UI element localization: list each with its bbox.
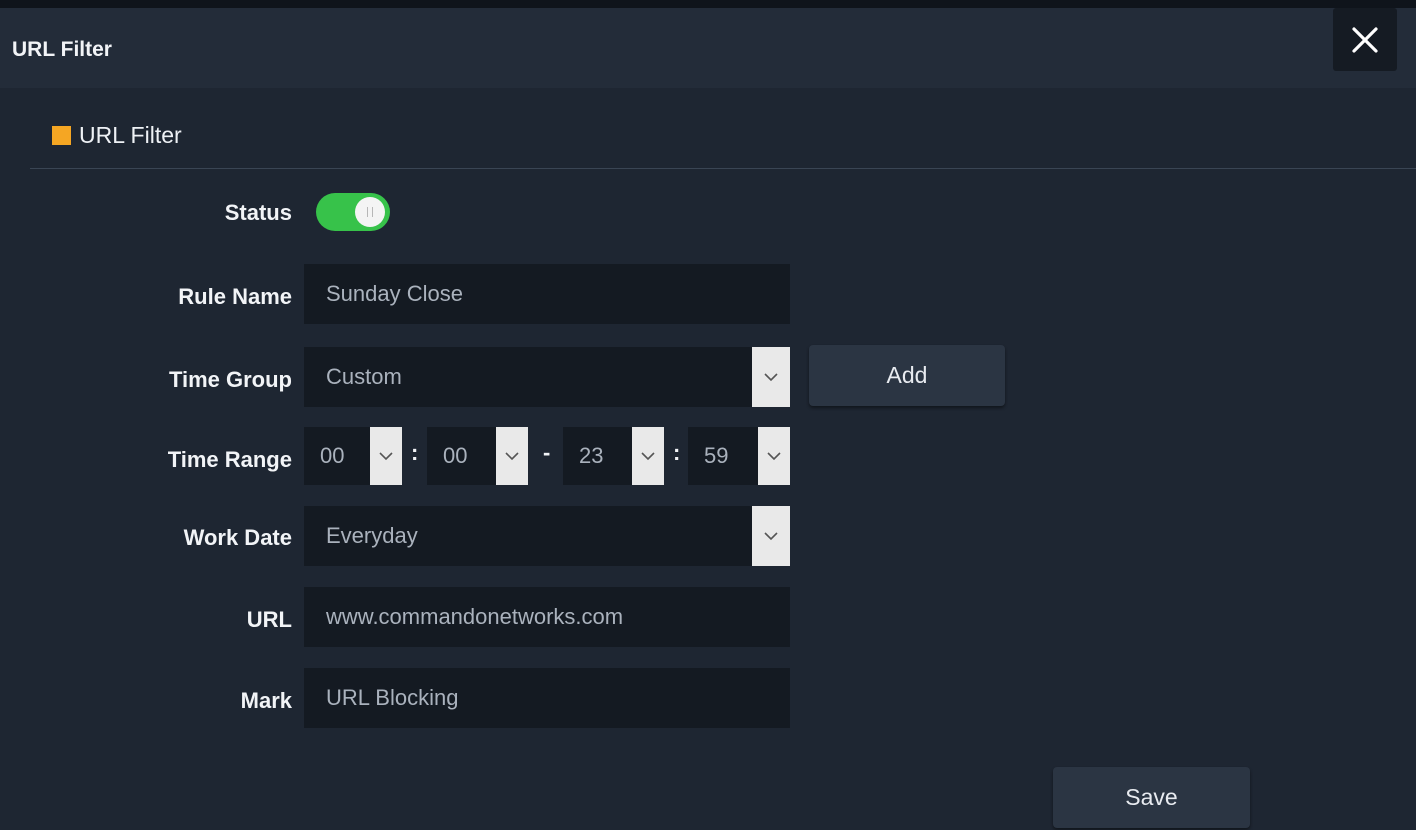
mark-input[interactable]: [304, 668, 790, 728]
section-title: URL Filter: [79, 122, 182, 148]
chevron-down-icon: [764, 531, 778, 540]
time-group-value: Custom: [326, 364, 402, 389]
section-header: URL Filter: [52, 122, 182, 149]
chevron-down-icon: [767, 451, 781, 460]
start-hour-select[interactable]: 00: [304, 427, 402, 485]
work-date-select[interactable]: Everyday: [304, 506, 790, 566]
time-range-label: Time Range: [167, 447, 292, 472]
status-toggle[interactable]: [316, 193, 390, 231]
save-button[interactable]: Save: [1053, 767, 1250, 828]
chevron-down-icon: [764, 372, 778, 381]
status-label: Status: [224, 200, 292, 225]
end-minute-value: 59: [704, 443, 729, 468]
window-top-edge: [0, 0, 1416, 8]
start-minute-select[interactable]: 00: [427, 427, 528, 485]
time-group-label: Time Group: [168, 367, 292, 392]
time-group-dropdown-button[interactable]: [752, 347, 790, 407]
chevron-down-icon: [379, 451, 393, 460]
start-hour-value: 00: [320, 443, 345, 468]
rule-name-input[interactable]: [304, 264, 790, 324]
time-dash: -: [543, 440, 551, 465]
url-input[interactable]: [304, 587, 790, 647]
rule-name-field-wrap: [304, 264, 790, 324]
start-minute-dropdown-button[interactable]: [496, 427, 528, 485]
mark-field-wrap: [304, 668, 790, 728]
end-minute-dropdown-button[interactable]: [758, 427, 790, 485]
knob-grip-icon: [367, 207, 373, 217]
url-field-wrap: [304, 587, 790, 647]
mark-label: Mark: [240, 688, 292, 713]
dialog-title: URL Filter: [12, 38, 112, 61]
add-time-group-button[interactable]: Add: [809, 345, 1005, 406]
time-colon: :: [411, 440, 419, 465]
end-hour-select[interactable]: 23: [563, 427, 664, 485]
start-minute-value: 00: [443, 443, 468, 468]
section-divider: [30, 168, 1416, 169]
section-marker-icon: [52, 126, 71, 145]
work-date-label: Work Date: [183, 525, 292, 550]
toggle-knob: [355, 197, 385, 227]
time-colon: :: [673, 440, 681, 465]
chevron-down-icon: [505, 451, 519, 460]
chevron-down-icon: [641, 451, 655, 460]
close-button[interactable]: [1333, 8, 1397, 71]
end-minute-select[interactable]: 59: [688, 427, 790, 485]
end-hour-value: 23: [579, 443, 604, 468]
time-group-select[interactable]: Custom: [304, 347, 790, 407]
start-hour-dropdown-button[interactable]: [370, 427, 402, 485]
work-date-dropdown-button[interactable]: [752, 506, 790, 566]
work-date-value: Everyday: [326, 523, 418, 548]
dialog-titlebar: URL Filter: [0, 8, 1416, 88]
close-icon: [1352, 26, 1378, 53]
rule-name-label: Rule Name: [178, 284, 292, 309]
end-hour-dropdown-button[interactable]: [632, 427, 664, 485]
url-label: URL: [246, 607, 292, 632]
